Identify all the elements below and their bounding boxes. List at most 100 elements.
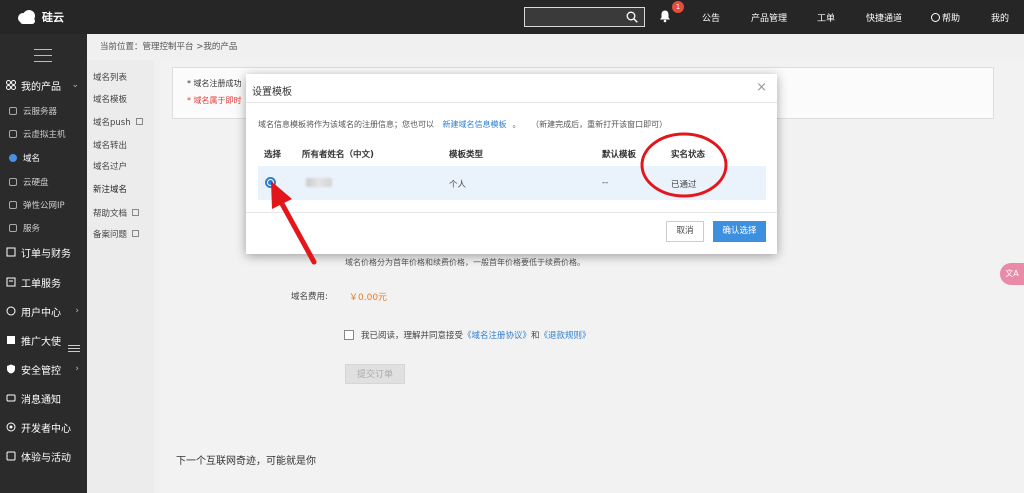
notification-badge: 1 [672,1,684,13]
column-header-type: 模板类型 [449,150,484,160]
agreement-checkbox[interactable] [344,330,354,340]
chevron-right-icon: › [75,306,79,316]
column-header-realname-status: 实名状态 [671,150,706,160]
dialog-divider [246,212,777,213]
submenu-item-domain-list[interactable]: 域名列表 [93,71,127,83]
sidebar-group-label: 用户中心 [21,307,61,319]
sidebar-item-virtual-host[interactable]: 云虚拟主机 [0,123,87,145]
ip-icon [9,201,17,209]
nav-help[interactable]: 帮助 [931,11,960,24]
dialog-desc-text: 域名信息模板将作为该域名的注册信息；您也可以 [258,120,434,129]
chevron-down-icon: ⌄ [71,80,79,90]
logo[interactable]: 硅云 [16,9,64,25]
default-template-cell: -- [602,178,609,188]
sidebar-item-service[interactable]: 服务 [0,217,87,239]
bell-icon[interactable] [658,9,672,23]
sidebar-group-developer[interactable]: 开发者中心 [0,416,87,438]
submenu-item-domain-push[interactable]: 域名push [93,116,143,128]
agreement-text: 我已阅读，理解并同意接受 [361,331,464,341]
external-link-icon [135,118,143,125]
confirm-select-button[interactable]: 确认选择 [713,221,766,242]
sidebar-item-cloud-server[interactable]: 云服务器 [0,100,87,122]
left-sidebar: 我的产品 ⌄ 云服务器 云虚拟主机 域名 云硬盘 弹性公网IP 服务 订单与财务… [0,34,87,493]
registration-agreement-link[interactable]: 《域名注册协议》 [463,329,531,341]
sidebar-item-label: 域名 [23,154,41,164]
sidebar-item-cloud-disk[interactable]: 云硬盘 [0,171,87,193]
developer-icon [6,422,16,432]
globe-icon [9,154,17,162]
nav-quick-access[interactable]: 快捷通道 [866,11,902,24]
sidebar-item-elastic-ip[interactable]: 弹性公网IP [0,194,87,216]
menu-toggle-icon[interactable] [34,49,52,63]
chevron-right-icon: › [75,364,79,374]
sidebar-group-label: 体验与活动 [21,452,71,464]
nav-tickets[interactable]: 工单 [817,11,835,24]
sidebar-group-ticket-service[interactable]: 工单服务 [0,271,87,293]
nav-product-management[interactable]: 产品管理 [751,11,787,24]
search-icon[interactable] [626,11,638,23]
sidebar-group-my-products[interactable]: 我的产品 ⌄ [0,74,87,96]
submenu-item-domain-template[interactable]: 域名模板 [93,93,127,105]
top-bar: 硅云 1 公告 产品管理 工单 快捷通道 帮助 我的 [0,0,1024,34]
sidebar-item-domain[interactable]: 域名 [0,147,87,169]
column-header-select: 选择 [264,150,282,160]
user-icon [6,306,16,316]
sidebar-group-orders-finance[interactable]: 订单与财务 [0,241,87,263]
notice-line-2: * 域名属于即时 [187,96,242,105]
template-type-cell: 个人 [449,180,467,190]
sidebar-group-user-center[interactable]: 用户中心 › [0,300,87,322]
cancel-button[interactable]: 取消 [666,221,704,242]
sidebar-item-label: 云服务器 [23,107,58,117]
table-row[interactable]: 个人 -- 已通过 [258,166,766,200]
disk-icon [9,178,17,186]
footer-slogan: 下一个互联网奇迹，可能就是你 [176,456,316,467]
sidebar-group-label: 开发者中心 [21,423,71,435]
sidebar-group-label: 我的产品 [21,81,61,93]
submenu-item-help-docs[interactable]: 帮助文档 [93,207,140,219]
sidebar-item-label: 云硬盘 [23,178,49,188]
agreement-row: 我已阅读，理解并同意接受 《域名注册协议》 和 《退款规则》 [344,329,591,341]
translate-button[interactable]: 文A [1000,263,1024,285]
sidebar-group-messages[interactable]: 消息通知 [0,387,87,409]
dialog-desc-note: （新建完成后，重新打开该窗口即可） [531,120,668,129]
cloud-logo-icon [18,10,35,24]
shield-icon [7,364,15,374]
sidebar-item-label: 云虚拟主机 [23,130,66,140]
price-note: 域名价格分为首年价格和续费价格，一般首年价格要低于续费价格。 [345,258,585,267]
agreement-and: 和 [531,331,540,341]
submit-order-button[interactable]: 提交订单 [345,364,405,384]
create-template-link[interactable]: 新建域名信息模板 [443,120,507,129]
owner-name-blurred [306,178,332,187]
submenu-item-new-domain[interactable]: 新注域名 [93,183,127,195]
column-header-owner: 所有者姓名（中文) [302,150,374,160]
select-radio[interactable] [265,177,276,188]
refund-rules-link[interactable]: 《退款规则》 [540,329,591,341]
sidebar-collapse-icon[interactable] [68,345,80,355]
server-icon [9,107,17,115]
dialog-header: 设置模板 × [246,74,777,103]
service-icon [9,224,17,232]
sidebar-group-experience[interactable]: 体验与活动 [0,445,87,467]
notice-line-1: * 域名注册成功 [187,79,242,88]
dialog-desc-dot: 。 [512,120,521,129]
submenu-item-domain-transfer-out[interactable]: 域名转出 [93,139,127,151]
domain-submenu: 域名列表 域名模板 域名push 域名转出 域名过户 新注域名 帮助文档 备案问… [87,60,154,493]
external-link-icon [132,209,140,216]
external-link-icon [132,230,140,237]
realname-status-cell: 已通过 [671,180,697,190]
dialog-description: 域名信息模板将作为该域名的注册信息；您也可以 新建域名信息模板。 （新建完成后，… [258,119,667,130]
nav-announcement[interactable]: 公告 [702,11,720,24]
nav-mine[interactable]: 我的 [991,11,1009,24]
grid-icon [6,80,16,90]
search-input[interactable] [524,7,645,27]
price-value: ￥0.00元 [349,293,388,303]
submenu-item-domain-ownership[interactable]: 域名过户 [93,160,127,172]
price-label: 域名费用: [291,292,328,302]
template-table-header: 选择 所有者姓名（中文) 模板类型 默认模板 实名状态 [258,142,766,164]
column-header-default: 默认模板 [602,150,637,160]
dialog-title: 设置模板 [252,87,292,98]
sidebar-group-label: 工单服务 [21,278,61,290]
submenu-item-icp-filing[interactable]: 备案问题 [93,228,140,240]
close-icon[interactable]: × [756,80,767,95]
sidebar-group-security[interactable]: 安全管控 › [0,358,87,380]
